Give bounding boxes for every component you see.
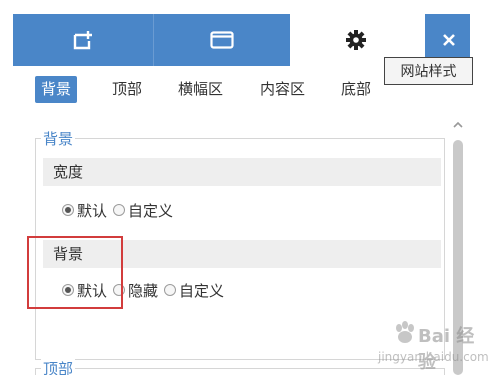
paw-logo-icon	[396, 321, 414, 343]
width-radio-group: 默认 自定义	[62, 199, 179, 221]
radio-label: 自定义	[179, 281, 225, 300]
highlight-box	[27, 236, 123, 309]
scroll-up-button[interactable]	[452, 118, 464, 130]
tab-top[interactable]: 顶部	[106, 76, 148, 103]
width-custom-radio[interactable]: 自定义	[113, 200, 173, 221]
tooltip: 网站样式	[384, 57, 473, 85]
watermark: Bai 经验 jingyan.baidu.com	[372, 318, 492, 373]
watermark-text: Bai 经验	[418, 326, 475, 373]
radio-label: 自定义	[128, 201, 174, 220]
window-button[interactable]	[154, 14, 290, 66]
gear-icon	[346, 30, 366, 50]
close-icon	[443, 34, 455, 46]
add-page-button[interactable]	[13, 14, 154, 66]
radio-circle	[113, 204, 126, 216]
add-page-icon	[73, 31, 92, 50]
bg-custom-radio[interactable]: 自定义	[164, 280, 224, 301]
width-row-label: 宽度	[43, 158, 441, 186]
watermark-url: jingyan.baidu.com	[378, 350, 489, 364]
radio-label: 隐藏	[128, 281, 159, 300]
tab-banner[interactable]: 横幅区	[172, 76, 229, 103]
background-legend: 背景	[41, 128, 76, 149]
window-icon	[210, 31, 234, 49]
tab-footer[interactable]: 底部	[335, 76, 377, 103]
tab-background[interactable]: 背景	[35, 76, 78, 103]
tab-content[interactable]: 内容区	[254, 76, 311, 103]
radio-circle	[62, 204, 74, 216]
chevron-up-icon	[453, 121, 463, 128]
width-default-radio[interactable]: 默认	[62, 200, 107, 221]
top-legend: 顶部	[41, 358, 76, 375]
radio-circle	[164, 284, 177, 296]
radio-label: 默认	[77, 201, 108, 220]
